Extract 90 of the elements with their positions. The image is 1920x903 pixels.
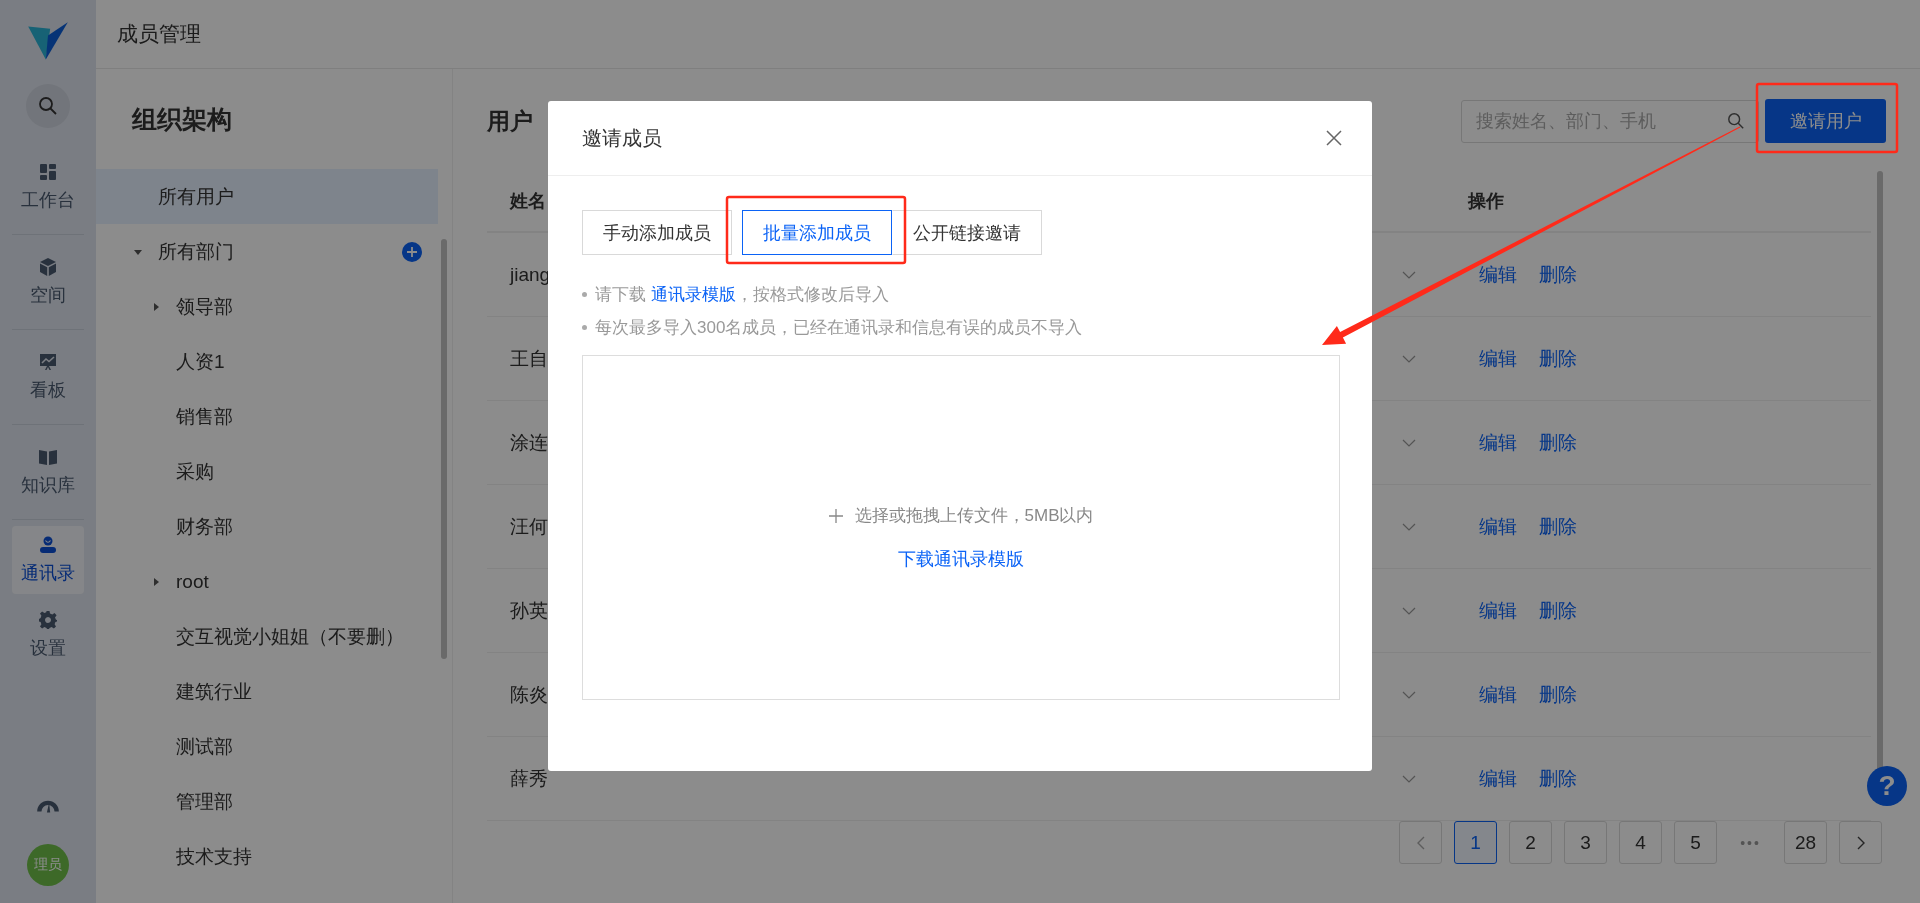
- search-icon: [38, 96, 58, 116]
- chevron-down-icon[interactable]: [1402, 690, 1416, 699]
- action-link[interactable]: 编辑: [1479, 345, 1517, 372]
- nav-item[interactable]: 通讯录: [12, 526, 84, 594]
- org-tree-item[interactable]: root: [96, 554, 438, 609]
- page-ellipsis: •••: [1739, 833, 1762, 853]
- action-link[interactable]: 删除: [1539, 261, 1577, 288]
- action-link[interactable]: 删除: [1539, 765, 1577, 792]
- chevron-left-icon: [1415, 834, 1426, 851]
- action-link[interactable]: 编辑: [1479, 429, 1517, 456]
- nav-item[interactable]: 设置: [12, 594, 84, 676]
- org-tree-item[interactable]: 测试部: [96, 719, 438, 774]
- search-button[interactable]: [26, 84, 70, 128]
- org-tree-item[interactable]: 技术支持: [96, 829, 438, 884]
- hint-text: 每次最多导入300名成员，已经在通讯录和信息有误的成员不导入: [595, 317, 1083, 339]
- action-link[interactable]: 删除: [1539, 345, 1577, 372]
- org-tree-item[interactable]: 管理部: [96, 774, 438, 829]
- book-icon: [38, 447, 58, 467]
- table-cell-text: 涂连: [510, 430, 548, 455]
- action-link[interactable]: 删除: [1539, 681, 1577, 708]
- cube-icon: [38, 257, 58, 277]
- page-button[interactable]: 3: [1564, 821, 1607, 864]
- page-button[interactable]: 2: [1509, 821, 1552, 864]
- org-tree-item[interactable]: 人资1: [96, 334, 438, 389]
- section-title: 用户: [487, 106, 533, 136]
- invite-button[interactable]: 邀请用户: [1765, 99, 1886, 143]
- dashboard-icon: [38, 162, 58, 182]
- page-button[interactable]: 28: [1784, 821, 1827, 864]
- chevron-down-icon[interactable]: [1402, 354, 1416, 363]
- settings-icon: [38, 610, 58, 630]
- previous-page-button[interactable]: [1399, 821, 1442, 864]
- next-page-button[interactable]: [1839, 821, 1882, 864]
- page-button[interactable]: 5: [1674, 821, 1717, 864]
- table-cell-text: 汪何: [510, 514, 548, 539]
- nav-item[interactable]: 空间: [12, 241, 84, 323]
- template-link[interactable]: 通讯录模版: [650, 285, 736, 304]
- plus-icon: [828, 508, 843, 523]
- caret-icon[interactable]: [151, 301, 161, 312]
- action-link[interactable]: 编辑: [1479, 765, 1517, 792]
- action-link[interactable]: 编辑: [1479, 261, 1517, 288]
- chevron-down-icon[interactable]: [1402, 606, 1416, 615]
- chevron-right-icon: [1855, 834, 1866, 851]
- nav-item[interactable]: 工作台: [12, 146, 84, 228]
- hint-text: 请下载 通讯录模版，按格式修改后导入: [595, 284, 889, 306]
- org-tree-item[interactable]: 交互视觉小姐姐（不要删）: [96, 609, 438, 664]
- page-button[interactable]: 4: [1619, 821, 1662, 864]
- org-tree-item[interactable]: 领导部: [96, 279, 438, 334]
- chevron-down-icon[interactable]: [1402, 522, 1416, 531]
- action-link[interactable]: 删除: [1539, 597, 1577, 624]
- nav-item[interactable]: 知识库: [12, 431, 84, 513]
- download-template-link[interactable]: 下载通讯录模版: [898, 547, 1024, 571]
- page-title: 成员管理: [117, 21, 201, 47]
- chart-board-icon: [38, 352, 58, 372]
- org-tree-item[interactable]: 所有用户: [96, 169, 438, 224]
- org-tree-item[interactable]: 采购: [96, 444, 438, 499]
- org-tree-item[interactable]: 建筑行业: [96, 664, 438, 719]
- search-icon: [1727, 112, 1745, 130]
- bullet-dot: [582, 325, 587, 330]
- upload-dropzone[interactable]: 选择或拖拽上传文件，5MB以内 下载通讯录模版: [582, 355, 1340, 700]
- tab[interactable]: 公开链接邀请: [892, 210, 1042, 255]
- contacts-icon: [38, 535, 58, 555]
- caret-icon[interactable]: [151, 576, 161, 587]
- org-tree-item[interactable]: 财务部: [96, 499, 438, 554]
- bullet-dot: [582, 292, 587, 297]
- chevron-down-icon[interactable]: [1402, 774, 1416, 783]
- scrollbar[interactable]: [441, 239, 447, 659]
- table-cell-text: 陈炎: [510, 682, 548, 707]
- upload-hint: 选择或拖拽上传文件，5MB以内: [854, 505, 1094, 527]
- table-cell-text: 王自: [510, 346, 548, 371]
- column-header: 姓名: [510, 190, 546, 213]
- table-cell-text: 孙英: [510, 598, 548, 623]
- sidebar-title: 组织架构: [131, 104, 233, 135]
- action-link[interactable]: 删除: [1539, 513, 1577, 540]
- column-header: 操作: [1468, 190, 1504, 213]
- tab[interactable]: 手动添加成员: [582, 210, 732, 255]
- dialog-title: 邀请成员: [582, 125, 662, 151]
- chevron-down-icon[interactable]: [1402, 438, 1416, 447]
- org-tree-item[interactable]: 销售部: [96, 389, 438, 444]
- tab[interactable]: 批量添加成员: [742, 210, 892, 255]
- add-icon[interactable]: [402, 241, 422, 262]
- action-link[interactable]: 编辑: [1479, 513, 1517, 540]
- nav-item[interactable]: 看板: [12, 336, 84, 418]
- action-link[interactable]: 编辑: [1479, 681, 1517, 708]
- close-icon[interactable]: [1326, 130, 1342, 146]
- table-cell-text: 薛秀: [510, 766, 548, 791]
- action-link[interactable]: 编辑: [1479, 597, 1517, 624]
- org-tree-item[interactable]: 所有部门: [96, 224, 438, 279]
- chevron-down-icon[interactable]: [1402, 270, 1416, 279]
- action-link[interactable]: 删除: [1539, 429, 1577, 456]
- page-button[interactable]: 1: [1454, 821, 1497, 864]
